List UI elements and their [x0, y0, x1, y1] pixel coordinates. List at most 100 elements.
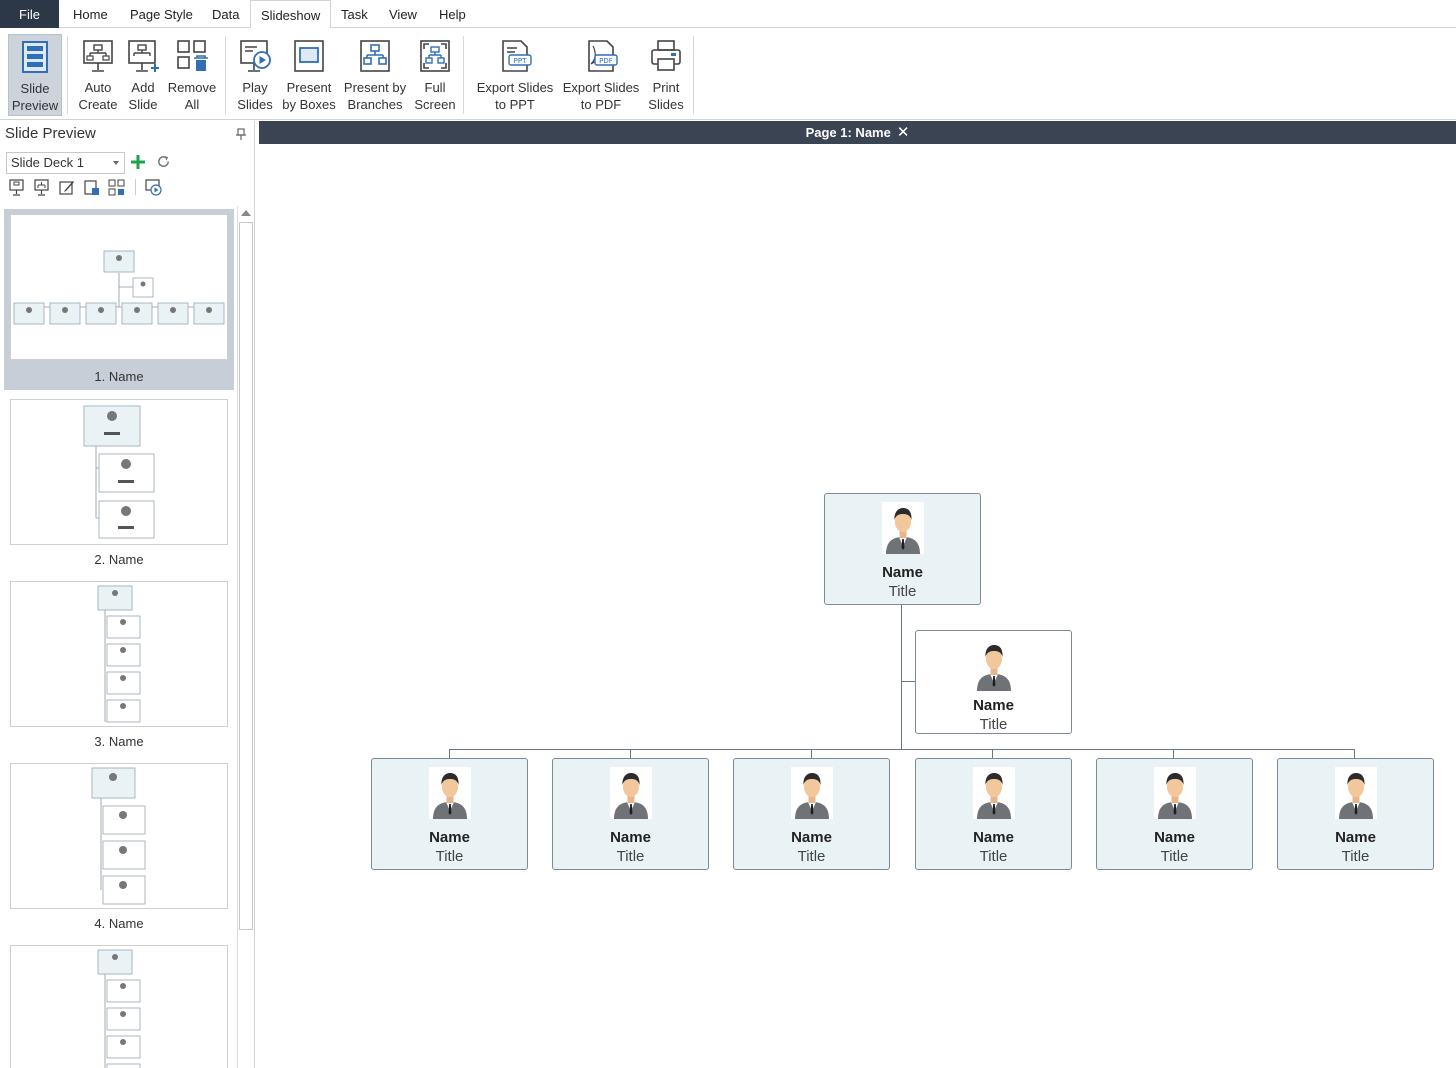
export-pdf-button[interactable]: PDF Export Slides to PDF	[560, 34, 642, 116]
person-avatar-icon	[791, 767, 833, 819]
close-icon[interactable]: ✕	[897, 121, 910, 144]
full-screen-label-2: Screen	[414, 97, 456, 112]
node-name: Name	[1154, 829, 1195, 846]
menu-task[interactable]: Task	[331, 0, 378, 28]
connector-line	[901, 681, 915, 682]
node-name: Name	[882, 564, 923, 581]
node-title: Title	[1160, 848, 1189, 865]
svg-text:PPT: PPT	[514, 57, 527, 65]
person-avatar-icon	[1154, 767, 1196, 819]
branch-slide-icon[interactable]	[33, 179, 50, 196]
menu-slideshow[interactable]: Slideshow	[250, 0, 332, 29]
pin-icon[interactable]	[236, 128, 246, 140]
menu-help[interactable]: Help	[429, 0, 476, 28]
delete-slide-icon[interactable]	[83, 179, 100, 196]
scrollbar-thumb[interactable]	[239, 222, 253, 930]
add-slide-button[interactable]: Add Slide	[122, 34, 164, 116]
node-title: Title	[888, 583, 917, 600]
full-screen-icon	[420, 40, 450, 72]
node-title: Title	[797, 848, 826, 865]
export-ppt-icon: PPT	[502, 40, 532, 72]
export-pdf-label-2: to PDF	[580, 97, 622, 112]
page-tab[interactable]: Page 1: Name ✕	[259, 121, 1456, 144]
menu-file[interactable]: File	[0, 0, 59, 28]
auto-create-label-1: Auto	[84, 80, 112, 95]
slide-preview-panel: Slide Preview Slide Deck 1 1. Name 2. Na…	[0, 121, 255, 1068]
present-by-boxes-button[interactable]: Present by Boxes	[280, 34, 338, 116]
slide-thumbnail-frame	[10, 581, 228, 727]
present-by-branches-label-2: Branches	[347, 97, 403, 112]
node-title: Title	[616, 848, 645, 865]
menu-page-style[interactable]: Page Style	[120, 0, 203, 28]
menu-view[interactable]: View	[379, 0, 427, 28]
panel-title: Slide Preview	[5, 125, 96, 142]
export-pdf-label-1: Export Slides	[562, 80, 640, 95]
org-node-root[interactable]: Name Title	[824, 493, 981, 605]
slide-thumbnail-1[interactable]: 1. Name	[4, 209, 234, 390]
print-slides-label-2: Slides	[648, 97, 684, 112]
thumbnail-scrollbar[interactable]	[237, 206, 254, 1068]
present-by-branches-label-1: Present by	[343, 80, 407, 95]
menu-bar: File Home Page Style Data Slideshow Task…	[0, 0, 1456, 29]
org-node-child-5[interactable]: Name Title	[1096, 758, 1253, 870]
org-node-child-2[interactable]: Name Title	[552, 758, 709, 870]
slide-thumbnail-2[interactable]: 2. Name	[4, 394, 234, 569]
slide-thumbnail-3[interactable]: 3. Name	[4, 576, 234, 751]
person-avatar-icon	[973, 639, 1015, 691]
slide-thumbnail-list: 1. Name 2. Name 3. Name 4. Name	[0, 206, 237, 1068]
slide-preview-button[interactable]: Slide Preview	[8, 34, 62, 116]
slide-caption: 3. Name	[94, 734, 144, 749]
remove-all-icon	[177, 40, 208, 71]
node-name: Name	[973, 697, 1014, 714]
remove-all-label-1: Remove	[167, 80, 217, 95]
present-by-branches-button[interactable]: Present by Branches	[341, 34, 409, 116]
ribbon-separator	[463, 36, 464, 114]
slide-caption: 4. Name	[94, 916, 144, 931]
slide-5-org-chart-preview	[97, 949, 141, 1068]
play-slides-button[interactable]: Play Slides	[233, 34, 277, 116]
org-node-child-3[interactable]: Name Title	[733, 758, 890, 870]
refresh-icon[interactable]	[156, 154, 171, 169]
menu-data[interactable]: Data	[202, 0, 249, 28]
present-by-boxes-label-1: Present	[286, 80, 332, 95]
play-slides-label-2: Slides	[237, 97, 273, 112]
export-pdf-icon: PDF	[588, 40, 618, 72]
slide-thumbnail-4[interactable]: 4. Name	[4, 758, 234, 933]
slide-thumbnail-5[interactable]	[4, 940, 234, 1068]
print-slides-button[interactable]: Print Slides	[644, 34, 688, 116]
play-slides-label-1: Play	[242, 80, 268, 95]
connector-line	[449, 749, 1355, 750]
org-node-child-1[interactable]: Name Title	[371, 758, 528, 870]
add-slide-icon	[128, 40, 159, 72]
chevron-down-icon	[113, 161, 119, 165]
slide-thumbnail-frame	[10, 399, 228, 545]
play-slides-icon	[240, 40, 271, 72]
person-avatar-icon	[1335, 767, 1377, 819]
add-slide-label-2: Slide	[128, 97, 158, 112]
org-node-child-4[interactable]: Name Title	[915, 758, 1072, 870]
grid-remove-icon[interactable]	[108, 179, 125, 196]
slide-thumbnail-frame	[10, 763, 228, 909]
menu-home[interactable]: Home	[63, 0, 118, 28]
org-node-assistant[interactable]: Name Title	[915, 630, 1072, 734]
org-node-child-6[interactable]: Name Title	[1277, 758, 1434, 870]
add-deck-icon[interactable]	[130, 154, 146, 170]
slide-tool-icon[interactable]	[8, 179, 25, 196]
auto-create-button[interactable]: Auto Create	[75, 34, 121, 116]
connector-line	[1173, 749, 1174, 758]
person-avatar-icon	[973, 767, 1015, 819]
slide-2-org-chart-preview	[83, 405, 155, 539]
printer-icon	[651, 40, 681, 71]
full-screen-button[interactable]: Full Screen	[412, 34, 458, 116]
slide-deck-value: Slide Deck 1	[11, 155, 84, 170]
slide-deck-select[interactable]: Slide Deck 1	[6, 152, 125, 174]
connector-line	[901, 604, 902, 750]
scroll-up-icon[interactable]	[241, 210, 251, 216]
remove-all-button[interactable]: Remove All	[166, 34, 218, 116]
play-icon[interactable]	[145, 179, 162, 196]
person-avatar-icon	[610, 767, 652, 819]
edit-icon[interactable]	[58, 179, 75, 196]
slide-caption: 1. Name	[94, 369, 144, 384]
node-name: Name	[1335, 829, 1376, 846]
export-ppt-button[interactable]: PPT Export Slides to PPT	[474, 34, 556, 116]
